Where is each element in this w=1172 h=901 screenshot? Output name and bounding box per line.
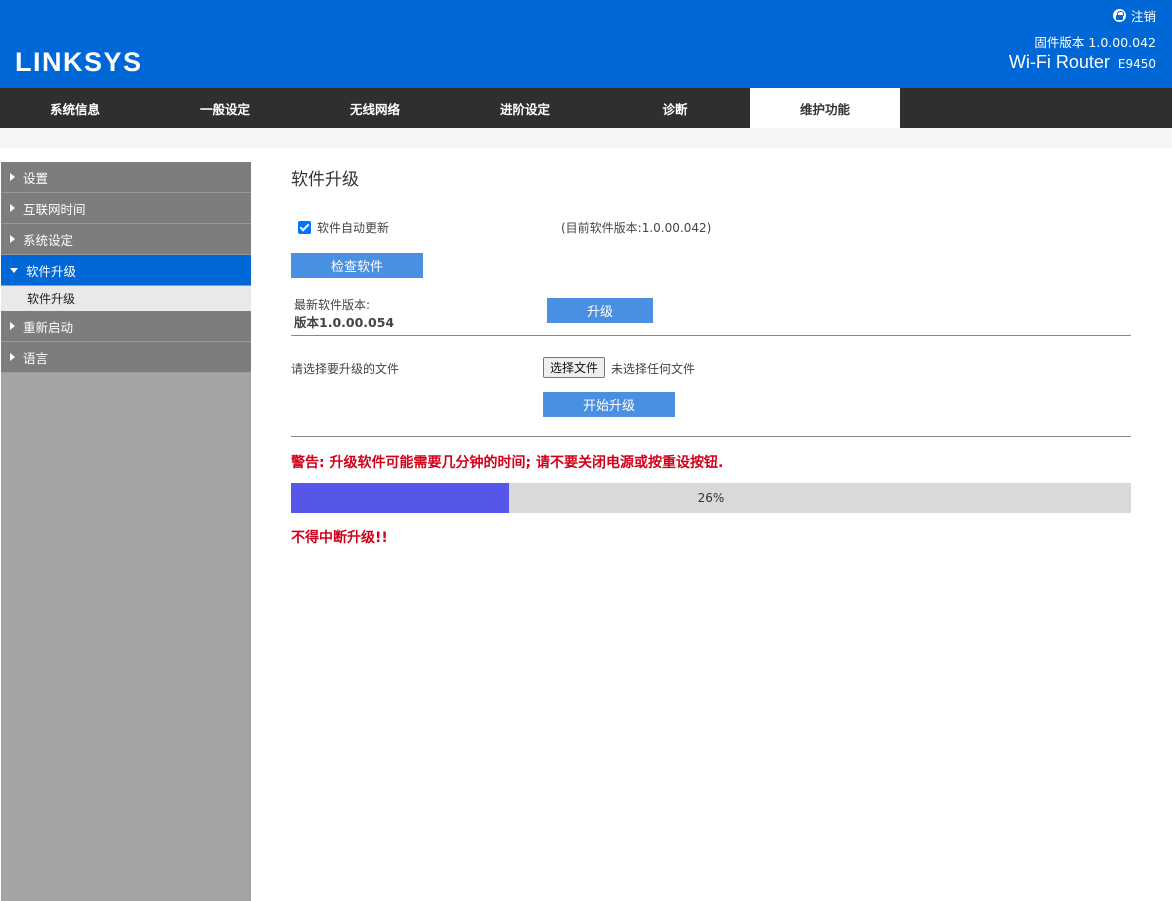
page-title: 软件升级 bbox=[291, 170, 359, 190]
logout-link[interactable]: 注销 bbox=[1112, 6, 1156, 25]
sidebar-item-label: 设置 bbox=[23, 170, 49, 186]
auto-update-label: 软件自动更新 bbox=[317, 221, 390, 235]
sidebar-item-reboot[interactable]: 重新启动 bbox=[1, 311, 251, 342]
sidebar-item-label: 互联网时间 bbox=[23, 201, 86, 217]
sidebar-item-label: 系统设定 bbox=[23, 232, 74, 248]
lock-icon bbox=[1112, 9, 1126, 22]
auto-update-row: 软件自动更新 bbox=[298, 219, 389, 236]
router-name: Wi-Fi Router E9450 bbox=[1009, 52, 1156, 73]
header: LINKSYS 注销 固件版本 1.0.00.042 Wi-Fi Router … bbox=[0, 0, 1172, 88]
warning-text: 警告: 升级软件可能需要几分钟的时间; 请不要关闭电源或按重设按钮. bbox=[291, 455, 724, 471]
logout-label: 注销 bbox=[1130, 9, 1156, 24]
tab-maintenance[interactable]: 维护功能 bbox=[750, 88, 900, 128]
router-model: E9450 bbox=[1117, 57, 1156, 71]
caret-right-icon bbox=[10, 173, 15, 181]
progress-text: 26% bbox=[697, 491, 725, 505]
no-file-selected-text: 未选择任何文件 bbox=[611, 362, 696, 376]
sidebar-item-label: 软件升级 bbox=[26, 263, 77, 279]
sidebar-subitem-firmware-upgrade[interactable]: 软件升级 bbox=[1, 286, 251, 311]
current-version: (目前软件版本:1.0.00.042) bbox=[561, 221, 712, 235]
start-upgrade-button[interactable]: 开始升级 bbox=[543, 392, 675, 417]
caret-down-icon bbox=[10, 267, 18, 273]
latest-version-value: 版本1.0.00.054 bbox=[294, 315, 395, 330]
caret-right-icon bbox=[10, 235, 15, 243]
caret-right-icon bbox=[10, 204, 15, 212]
router-title: Wi-Fi Router bbox=[1008, 52, 1110, 72]
caret-right-icon bbox=[10, 322, 15, 330]
sidebar-item-internet-time[interactable]: 互联网时间 bbox=[1, 193, 251, 224]
sidebar-item-settings[interactable]: 设置 bbox=[1, 162, 251, 193]
linksys-logo: LINKSYS bbox=[15, 47, 143, 77]
tab-system-info[interactable]: 系统信息 bbox=[0, 88, 150, 128]
divider bbox=[291, 335, 1131, 336]
firmware-version: 固件版本 1.0.00.042 bbox=[1034, 35, 1156, 50]
top-navigation: 系统信息 一般设定 无线网络 进阶设定 诊断 维护功能 bbox=[0, 88, 1172, 128]
upgrade-button[interactable]: 升级 bbox=[547, 298, 653, 323]
auto-update-checkbox[interactable] bbox=[298, 221, 311, 234]
sidebar-item-language[interactable]: 语言 bbox=[1, 342, 251, 373]
sub-bar bbox=[0, 128, 1172, 148]
sidebar: 设置 互联网时间 系统设定 软件升级 软件升级 重新启动 语言 bbox=[1, 162, 251, 901]
sidebar-item-firmware-upgrade[interactable]: 软件升级 bbox=[1, 255, 251, 286]
sidebar-item-system-settings[interactable]: 系统设定 bbox=[1, 224, 251, 255]
tab-advanced[interactable]: 进阶设定 bbox=[450, 88, 600, 128]
latest-version-label: 最新软件版本: bbox=[294, 298, 371, 312]
upgrade-progress-bar: 26% bbox=[291, 483, 1131, 513]
sidebar-item-label: 语言 bbox=[23, 350, 49, 366]
caret-right-icon bbox=[10, 353, 15, 361]
tab-basic-setup[interactable]: 一般设定 bbox=[150, 88, 300, 128]
check-software-button[interactable]: 检查软件 bbox=[291, 253, 423, 278]
tab-wireless[interactable]: 无线网络 bbox=[300, 88, 450, 128]
file-select-label: 请选择要升级的文件 bbox=[291, 362, 400, 376]
sidebar-item-label: 重新启动 bbox=[23, 319, 74, 335]
divider bbox=[291, 436, 1131, 437]
tab-diagnostics[interactable]: 诊断 bbox=[600, 88, 750, 128]
choose-file-button[interactable]: 选择文件 bbox=[543, 357, 606, 378]
do-not-interrupt-text: 不得中断升级!! bbox=[291, 530, 388, 546]
